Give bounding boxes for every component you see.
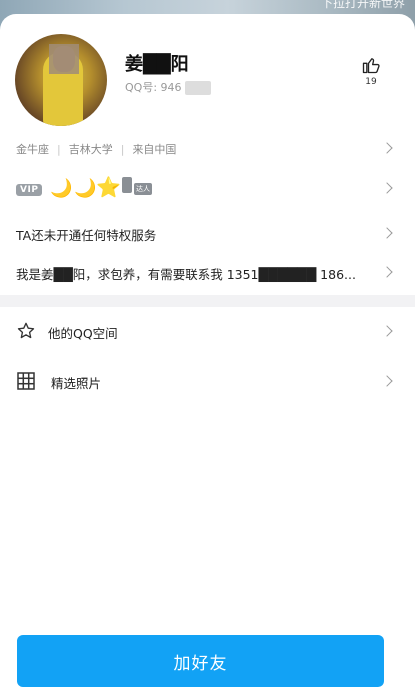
pull-hint: 下拉打开新世界 xyxy=(320,0,405,10)
moon-icon: 🌙 xyxy=(50,178,73,199)
moon-icon: 🌙 xyxy=(74,178,97,199)
menu-item-label: 他的QQ空间 xyxy=(48,326,118,341)
vip-badge: VIP xyxy=(16,184,43,196)
profile-name: 姜██阳 xyxy=(125,54,189,75)
section-divider xyxy=(0,295,415,307)
tag-location: 来自中国 xyxy=(132,143,177,156)
qzone-star-icon xyxy=(17,322,35,339)
privilege-text[interactable]: TA还未开通任何特权服务 xyxy=(16,225,156,244)
signature-text[interactable]: 我是姜██阳，求包养，有需要联系我 1351██████ 186... xyxy=(16,264,371,283)
star-icon: ⭐ xyxy=(96,175,121,199)
tags-row[interactable]: 金牛座 | 吉林大学 | 来自中国 xyxy=(16,141,415,157)
like-count: 19 xyxy=(365,77,377,87)
tag-school: 吉林大学 xyxy=(68,143,113,156)
like-button[interactable]: 19 xyxy=(356,55,386,87)
qq-number-mask xyxy=(185,81,212,95)
avatar[interactable] xyxy=(15,34,107,126)
phone-icon xyxy=(122,177,132,193)
qq-number: QQ号: 946 xyxy=(125,79,212,95)
menu-item-label: 精选照片 xyxy=(51,376,102,391)
thumbs-up-icon xyxy=(362,58,380,74)
tag-constellation: 金牛座 xyxy=(16,143,49,156)
grid-icon xyxy=(17,372,35,390)
daren-badge: 达人 xyxy=(134,183,152,195)
add-friend-button[interactable]: 加好友 xyxy=(17,635,384,687)
